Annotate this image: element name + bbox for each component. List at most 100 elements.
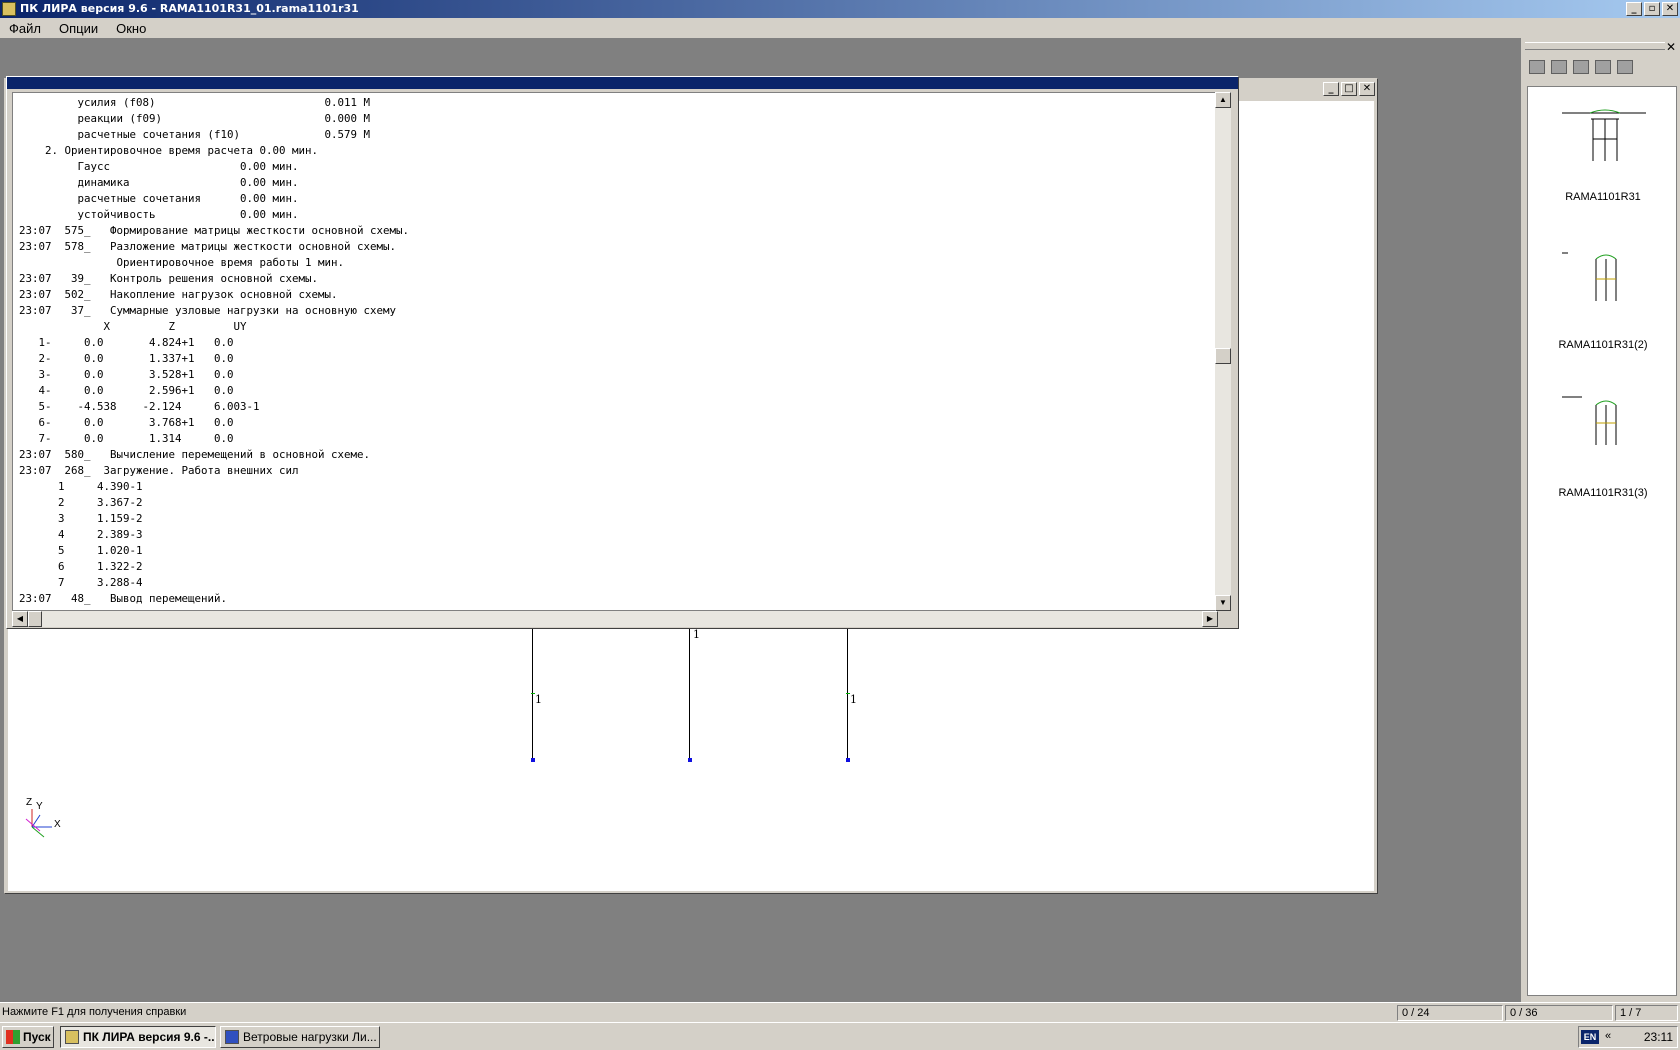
tray-expand-icon[interactable]: «: [1605, 1030, 1611, 1042]
protocol-line: реакции (f09) 0.000 M: [19, 112, 371, 125]
support-node-middle[interactable]: [688, 758, 692, 762]
element-label: 1: [693, 628, 700, 641]
system-tray: EN « 23:11: [1578, 1026, 1678, 1048]
mdi-area: _ □ ✕ 1 1 1 1 1: [0, 38, 1520, 1002]
scheme-preview-image: [1562, 396, 1617, 445]
protocol-line: расчетные сочетания (f10) 0.579 M: [19, 128, 371, 141]
schema-minimize-button[interactable]: _: [1323, 82, 1339, 96]
panel-toolbar: [1525, 56, 1675, 78]
print-icon[interactable]: [1617, 60, 1633, 74]
minimize-button[interactable]: _: [1626, 2, 1642, 16]
protocol-lines: усилия (f08) 0.011 M реакции (f09) 0.000…: [19, 95, 409, 607]
lira-app-icon: [65, 1030, 79, 1044]
taskbar: Пуск ПК ЛИРА версия 9.6 -... Ветровые на…: [0, 1022, 1680, 1050]
scheme-thumbnail[interactable]: RAMA1101R31(3): [1528, 383, 1678, 523]
protocol-line: 23:07 48_ Вывод перемещений.: [19, 592, 228, 605]
protocol-line: 2 3.367-2: [19, 496, 143, 509]
protocol-line: 5 1.020-1: [19, 544, 143, 557]
refresh-icon[interactable]: [1529, 60, 1545, 74]
close-button[interactable]: ✕: [1662, 2, 1678, 16]
protocol-window-caption[interactable]: [7, 77, 1238, 89]
protocol-line: 23:07 39_ Контроль решения основной схем…: [19, 272, 319, 285]
scroll-down-button[interactable]: ▼: [1215, 595, 1231, 611]
save-icon[interactable]: [1551, 60, 1567, 74]
protocol-line: 7- 0.0 1.314 0.0: [19, 432, 234, 445]
task-label: Ветровые нагрузки Ли...: [243, 1030, 377, 1044]
scroll-right-button[interactable]: ▶: [1202, 611, 1218, 627]
status-help-text: Нажмите F1 для получения справки: [2, 1006, 187, 1018]
protocol-line: 23:07 37_ Суммарные узловые нагрузки на …: [19, 304, 397, 317]
scheme-thumbnail[interactable]: RAMA1101R31(2): [1528, 235, 1678, 375]
protocol-line: 2- 0.0 1.337+1 0.0: [19, 352, 234, 365]
windows-logo-icon: [6, 1030, 20, 1044]
scheme-name: RAMA1101R31(2): [1558, 339, 1648, 351]
menu-window[interactable]: Окно: [107, 21, 155, 36]
axis-z-label: Z: [26, 797, 33, 808]
vertical-scrollbar[interactable]: ▲ ▼: [1215, 92, 1231, 611]
support-node-left[interactable]: [531, 758, 535, 762]
menu-file[interactable]: Файл: [0, 21, 50, 36]
protocol-line: 6 1.322-2: [19, 560, 143, 573]
protocol-line: 23:07 268_ Загружение. Работа внешних си…: [19, 464, 299, 477]
status-cell-loads: 1 / 7: [1615, 1005, 1678, 1021]
protocol-window[interactable]: усилия (f08) 0.011 M реакции (f09) 0.000…: [6, 76, 1239, 629]
menu-options[interactable]: Опции: [50, 21, 107, 36]
copy-icon[interactable]: [1573, 60, 1589, 74]
schema-close-button[interactable]: ✕: [1359, 82, 1375, 96]
scheme-preview-image: [1562, 109, 1646, 161]
grid-icon[interactable]: [1595, 60, 1611, 74]
scheme-thumbnail-list: RAMA1101R31 RAMA1101R31(2) RAMA1101R31(3…: [1527, 86, 1677, 996]
axis-y-label: Y: [36, 801, 43, 812]
protocol-line: 5- -4.538 -2.124 6.003-1: [19, 400, 260, 413]
horizontal-scroll-thumb[interactable]: [28, 611, 42, 627]
schema-maximize-button[interactable]: □: [1341, 82, 1357, 96]
restore-button[interactable]: ▫: [1644, 2, 1660, 16]
protocol-line: 6- 0.0 3.768+1 0.0: [19, 416, 234, 429]
protocol-line: устойчивость 0.00 мин.: [19, 208, 299, 221]
protocol-line: 7 3.288-4: [19, 576, 143, 589]
element-label: 1: [535, 693, 542, 706]
protocol-line: 23:07 578_ Разложение матрицы жесткости …: [19, 240, 397, 253]
protocol-line: 1 4.390-1: [19, 480, 143, 493]
protocol-line: 1- 0.0 4.824+1 0.0: [19, 336, 234, 349]
protocol-line: 4 2.389-3: [19, 528, 143, 541]
scheme-name: RAMA1101R31(3): [1558, 487, 1648, 499]
scroll-up-button[interactable]: ▲: [1215, 92, 1231, 108]
vertical-scroll-thumb[interactable]: [1215, 348, 1231, 364]
status-bar: Нажмите F1 для получения справки 0 / 24 …: [0, 1002, 1680, 1022]
protocol-text-area[interactable]: усилия (f08) 0.011 M реакции (f09) 0.000…: [12, 92, 1218, 611]
protocol-line: 3- 0.0 3.528+1 0.0: [19, 368, 234, 381]
protocol-line: 4- 0.0 2.596+1 0.0: [19, 384, 234, 397]
app-titlebar: ПК ЛИРА версия 9.6 - RAMA1101R31_01.rama…: [0, 0, 1680, 18]
panel-close-icon[interactable]: ✕: [1666, 40, 1676, 54]
start-label: Пуск: [23, 1030, 51, 1044]
protocol-line: Ориентировочное время работы 1 мин.: [19, 256, 345, 269]
protocol-line: 23:07 580_ Вычисление перемещений в осно…: [19, 448, 371, 461]
clock[interactable]: 23:11: [1644, 1030, 1673, 1044]
protocol-line: 2. Ориентировочное время расчета 0.00 ми…: [19, 144, 319, 157]
protocol-line: 23:07 502_ Накопление нагрузок основной …: [19, 288, 338, 301]
status-cell-nodes: 0 / 24: [1397, 1005, 1503, 1021]
protocol-line: динамика 0.00 мин.: [19, 176, 299, 189]
scroll-left-button[interactable]: ◀: [12, 611, 28, 627]
language-indicator[interactable]: EN: [1581, 1030, 1599, 1044]
task-lira[interactable]: ПК ЛИРА версия 9.6 -...: [60, 1026, 216, 1048]
app-icon: [2, 2, 16, 16]
start-button[interactable]: Пуск: [2, 1026, 54, 1048]
element-label: 1: [850, 693, 857, 706]
axis-x-label: X: [54, 819, 61, 830]
scheme-preview-image: [1562, 252, 1617, 301]
menu-bar: Файл Опции Окно: [0, 18, 1680, 38]
word-doc-icon: [225, 1030, 239, 1044]
protocol-line: расчетные сочетания 0.00 мин.: [19, 192, 299, 205]
scheme-thumbnail[interactable]: RAMA1101R31: [1528, 87, 1678, 227]
task-word[interactable]: Ветровые нагрузки Ли...: [220, 1026, 380, 1048]
support-node-right[interactable]: [846, 758, 850, 762]
protocol-line: X Z UY: [19, 320, 247, 333]
task-label: ПК ЛИРА версия 9.6 -...: [83, 1030, 216, 1044]
horizontal-scrollbar[interactable]: ◀ ▶: [12, 611, 1218, 627]
scheme-name: RAMA1101R31: [1565, 191, 1641, 203]
protocol-line: усилия (f08) 0.011 M: [19, 96, 371, 109]
schemes-panel: ✕ RAMA1101R31 RAMA1101R31(2) RAMA1101R31…: [1520, 38, 1680, 1002]
panel-grip[interactable]: [1525, 42, 1665, 50]
